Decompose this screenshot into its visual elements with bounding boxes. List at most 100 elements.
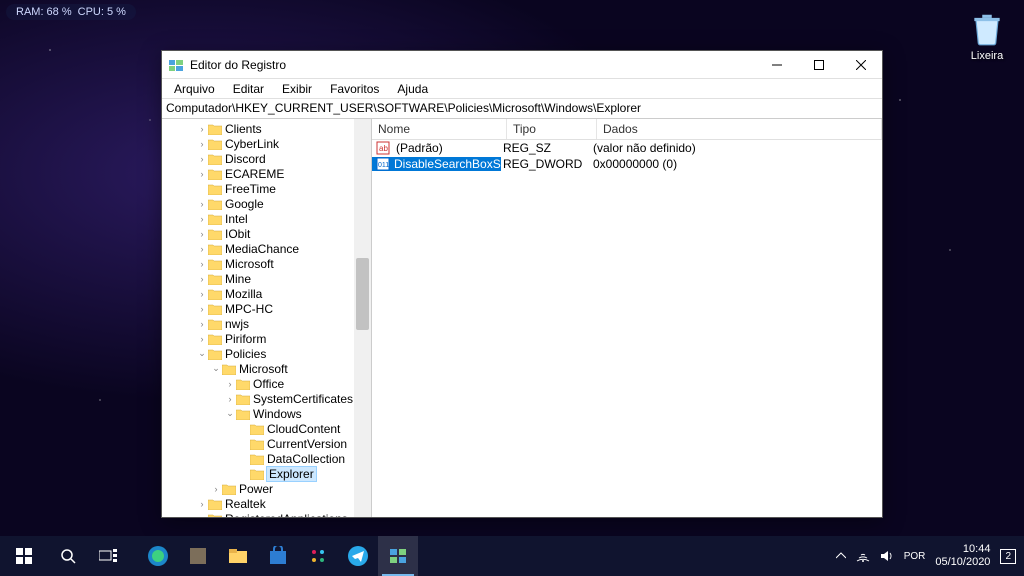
tree-item[interactable]: ›Google <box>162 196 354 211</box>
recycle-bin-desktop-icon[interactable]: Lixeira <box>968 10 1006 62</box>
tree-item[interactable]: ›ECAREME <box>162 166 354 181</box>
expand-icon[interactable]: › <box>196 154 208 164</box>
taskbar-slack-icon[interactable] <box>298 536 338 576</box>
tree-scrollbar[interactable] <box>354 119 371 517</box>
tree-item-label: CyberLink <box>225 137 279 151</box>
tree-item[interactable]: ⌄Microsoft <box>162 361 354 376</box>
expand-icon[interactable]: › <box>196 229 208 239</box>
value-row[interactable]: ab(Padrão)REG_SZ(valor não definido) <box>372 140 882 156</box>
tree-item[interactable]: ›Power <box>162 481 354 496</box>
expand-icon[interactable]: › <box>196 244 208 254</box>
notification-center-button[interactable]: 2 <box>1000 549 1016 564</box>
expand-icon[interactable]: › <box>196 169 208 179</box>
tree-item[interactable]: ⌄ Policies <box>162 346 354 361</box>
expand-icon[interactable]: › <box>196 304 208 314</box>
expand-icon[interactable]: › <box>210 484 222 494</box>
tray-chevron-icon[interactable] <box>836 551 846 561</box>
clock-date: 05/10/2020 <box>935 556 990 569</box>
tree-item[interactable]: CloudContent <box>162 421 354 436</box>
task-view-button[interactable] <box>88 549 128 563</box>
tree-item-label: RegisteredApplications <box>225 512 348 518</box>
tree-item[interactable]: ›Microsoft <box>162 256 354 271</box>
tray-network-icon[interactable] <box>856 550 870 562</box>
tree-item[interactable]: ⌄Windows <box>162 406 354 421</box>
svg-text:011: 011 <box>378 162 389 169</box>
tree-item-label: Policies <box>225 347 266 361</box>
tree-item[interactable]: ›Mozilla <box>162 286 354 301</box>
tree-item-label: Mine <box>225 272 251 286</box>
tree-item-label: nwjs <box>225 317 249 331</box>
expand-icon[interactable]: › <box>196 499 208 509</box>
expand-icon[interactable]: › <box>196 274 208 284</box>
expand-icon[interactable]: › <box>196 214 208 224</box>
expand-icon[interactable]: › <box>224 379 236 389</box>
tree-item[interactable]: FreeTime <box>162 181 354 196</box>
address-bar[interactable]: Computador\HKEY_CURRENT_USER\SOFTWARE\Po… <box>162 99 882 119</box>
minimize-button[interactable] <box>756 51 798 79</box>
tree-item[interactable]: › CyberLink <box>162 136 354 151</box>
close-button[interactable] <box>840 51 882 79</box>
folder-icon <box>208 333 222 345</box>
taskbar-explorer-icon[interactable] <box>218 536 258 576</box>
maximize-button[interactable] <box>798 51 840 79</box>
menu-file[interactable]: Arquivo <box>166 80 223 98</box>
taskbar-store-icon[interactable] <box>258 536 298 576</box>
tree-item[interactable]: › RegisteredApplications <box>162 511 354 517</box>
tree-item[interactable]: › Mine <box>162 271 354 286</box>
collapse-icon[interactable]: ⌄ <box>224 408 236 419</box>
folder-icon <box>250 438 264 450</box>
tree-item[interactable]: ›Piriform <box>162 331 354 346</box>
tree-item[interactable]: ›Clients <box>162 121 354 136</box>
expand-icon[interactable]: › <box>196 334 208 344</box>
tree-item[interactable]: ›MediaChance <box>162 241 354 256</box>
tree-item[interactable]: ›Office <box>162 376 354 391</box>
tree-item[interactable]: ›SystemCertificates <box>162 391 354 406</box>
expand-icon[interactable]: › <box>196 514 208 518</box>
search-button[interactable] <box>48 548 88 564</box>
taskbar-clock[interactable]: 10:44 05/10/2020 <box>935 543 990 569</box>
registry-tree-pane: ›Clients›CyberLink›Discord›ECAREMEFreeTi… <box>162 119 372 517</box>
collapse-icon[interactable]: ⌄ <box>196 348 208 359</box>
tray-volume-icon[interactable] <box>880 550 894 562</box>
folder-icon <box>208 318 222 330</box>
list-header[interactable]: Nome Tipo Dados <box>372 119 882 140</box>
tree-item[interactable]: Explorer <box>162 466 354 481</box>
tray-language-icon[interactable]: POR <box>904 551 926 562</box>
expand-icon[interactable]: › <box>196 289 208 299</box>
taskbar-telegram-icon[interactable] <box>338 536 378 576</box>
start-button[interactable] <box>0 536 48 576</box>
menu-help[interactable]: Ajuda <box>389 80 436 98</box>
value-row[interactable]: 011DisableSearchBoxSuggestionsREG_DWORD0… <box>372 156 882 172</box>
tree-item[interactable]: › nwjs <box>162 316 354 331</box>
tree-item[interactable]: ›Realtek <box>162 496 354 511</box>
tree-item[interactable]: ›Discord <box>162 151 354 166</box>
taskbar-edge-icon[interactable] <box>138 536 178 576</box>
menu-favorites[interactable]: Favoritos <box>322 80 387 98</box>
system-tray[interactable]: POR 10:44 05/10/2020 2 <box>836 543 1024 569</box>
folder-icon <box>208 348 222 360</box>
expand-icon[interactable]: › <box>196 124 208 134</box>
tree-item[interactable]: ›Intel <box>162 211 354 226</box>
expand-icon[interactable]: › <box>196 139 208 149</box>
expand-icon[interactable]: › <box>224 394 236 404</box>
collapse-icon[interactable]: ⌄ <box>210 363 222 374</box>
expand-icon[interactable]: › <box>196 319 208 329</box>
taskbar[interactable]: POR 10:44 05/10/2020 2 <box>0 536 1024 576</box>
folder-icon <box>208 228 222 240</box>
taskbar-regedit-icon[interactable] <box>378 536 418 576</box>
tree-item[interactable]: ›IObit <box>162 226 354 241</box>
tree-item[interactable]: CurrentVersion <box>162 436 354 451</box>
column-type[interactable]: Tipo <box>507 119 597 139</box>
value-type: REG_SZ <box>501 141 591 155</box>
tree-item[interactable]: DataCollection <box>162 451 354 466</box>
system-monitor-widget: RAM: 68 % CPU: 5 % <box>6 4 136 20</box>
column-data[interactable]: Dados <box>597 119 882 139</box>
tree-item[interactable]: ›MPC-HC <box>162 301 354 316</box>
menu-view[interactable]: Exibir <box>274 80 320 98</box>
taskbar-app-2-icon[interactable] <box>178 536 218 576</box>
expand-icon[interactable]: › <box>196 199 208 209</box>
menu-edit[interactable]: Editar <box>225 80 272 98</box>
column-name[interactable]: Nome <box>372 119 507 139</box>
expand-icon[interactable]: › <box>196 259 208 269</box>
titlebar[interactable]: Editor do Registro <box>162 51 882 79</box>
